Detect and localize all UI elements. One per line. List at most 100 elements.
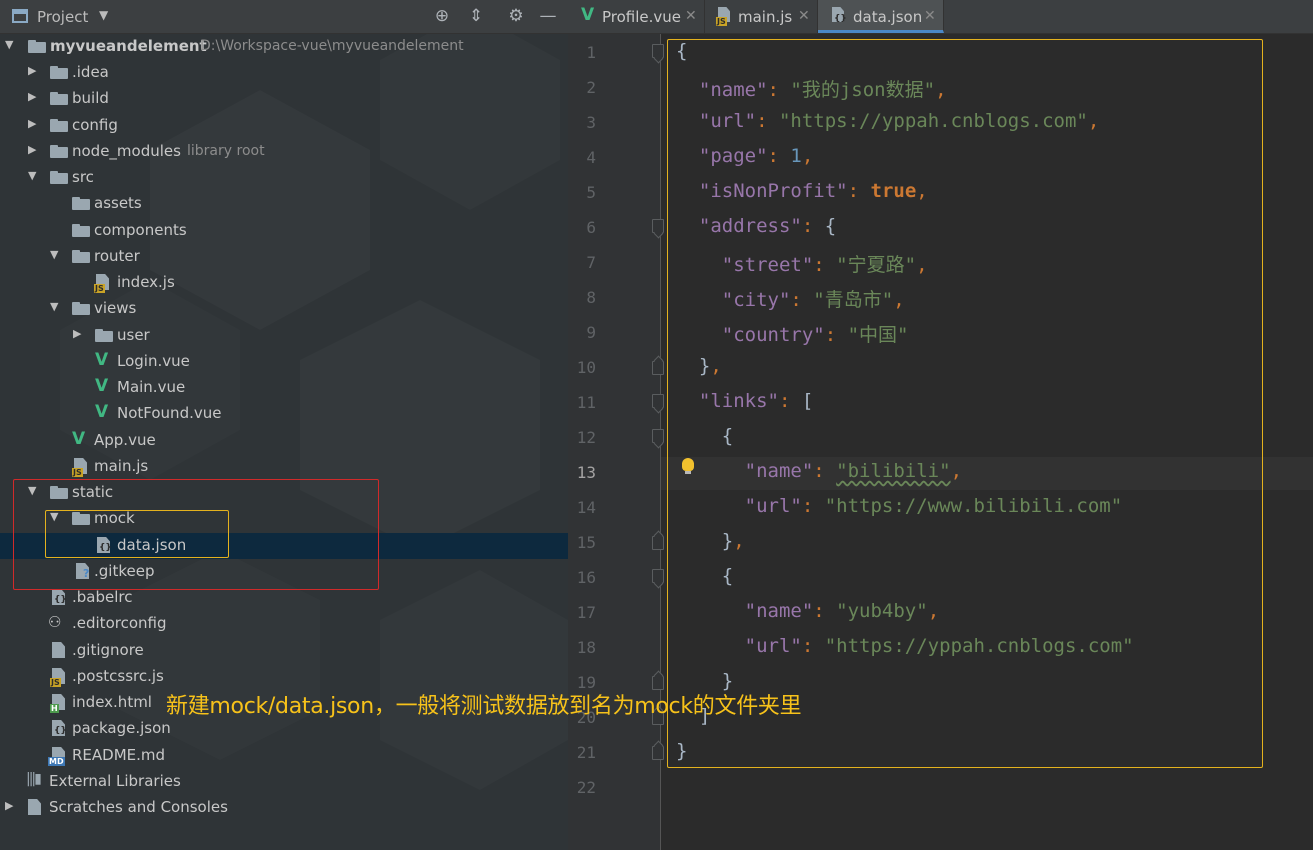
collapsed-arrow-icon[interactable]: ▶ — [28, 65, 40, 77]
collapsed-arrow-icon[interactable]: ▶ — [28, 118, 40, 130]
line-number: 17 — [576, 603, 596, 622]
expand-arrow-icon[interactable]: ▼ — [50, 511, 62, 523]
code-line-21[interactable]: } — [676, 740, 687, 770]
tree-item-src[interactable]: ▼ src — [0, 165, 568, 191]
tree-item-login-vue[interactable]: V Login.vue — [0, 349, 568, 375]
tree-item-gitignore[interactable]: .gitignore — [0, 638, 568, 664]
tab-data-json[interactable]: {} data.json ✕ — [818, 0, 944, 33]
tree-item-node-modules[interactable]: ▶ node_modules library root — [0, 139, 568, 165]
tree-item-config[interactable]: ▶ config — [0, 113, 568, 139]
expand-arrow-icon[interactable]: ▼ — [50, 301, 62, 313]
tree-item-label: Main.vue — [117, 378, 186, 396]
fold-marker-icon[interactable] — [652, 746, 664, 760]
expand-arrow-icon[interactable]: ▼ — [28, 485, 40, 497]
code-line-13[interactable]: "name": "bilibili", — [676, 460, 962, 490]
close-icon[interactable]: ✕ — [798, 8, 810, 24]
tree-item-assets[interactable]: assets — [0, 191, 568, 217]
tree-item-gitkeep[interactable]: ? .gitkeep — [0, 559, 568, 585]
tree-item-components[interactable]: components — [0, 218, 568, 244]
code-line-12[interactable]: { — [676, 425, 733, 455]
expand-arrow-icon[interactable]: ▼ — [28, 170, 40, 182]
tree-item-notfound-vue[interactable]: V NotFound.vue — [0, 401, 568, 427]
fold-marker-icon[interactable] — [652, 44, 664, 58]
tree-item-path: D:\Workspace-vue\myvueandelement — [200, 38, 464, 54]
tree-item-readme[interactable]: MD README.md — [0, 743, 568, 769]
target-icon[interactable]: ⊕ — [432, 6, 452, 26]
question-badge: ? — [83, 567, 90, 580]
code-line-10[interactable]: }, — [676, 355, 722, 385]
tree-item-mock[interactable]: ▼ mock — [0, 506, 568, 532]
code-line-2[interactable]: "name": "我的json数据", — [676, 75, 947, 105]
code-line-5[interactable]: "isNonProfit": true, — [676, 180, 928, 210]
tree-item-main-vue[interactable]: V Main.vue — [0, 375, 568, 401]
tab-main-js[interactable]: JS main.js ✕ — [705, 0, 818, 33]
fold-marker-icon[interactable] — [652, 536, 664, 550]
code-line-17[interactable]: "name": "yub4by", — [676, 600, 940, 630]
tree-item-label: .gitkeep — [94, 562, 155, 580]
tree-item-label: src — [72, 168, 94, 186]
fold-marker-icon[interactable] — [652, 394, 664, 408]
code-line-9[interactable]: "country": "中国" — [676, 320, 909, 350]
vue-file-icon: V — [95, 402, 109, 422]
collapsed-arrow-icon[interactable]: ▶ — [28, 144, 40, 156]
expand-arrow-icon[interactable]: ▼ — [50, 249, 62, 261]
fold-marker-icon[interactable] — [652, 569, 664, 583]
code-line-11[interactable]: "links": [ — [676, 390, 813, 420]
line-number: 8 — [586, 288, 596, 307]
editorconfig-icon: ⚇ — [48, 613, 62, 631]
line-number: 6 — [586, 218, 596, 237]
json-braces-glyph: {} — [99, 543, 112, 553]
collapsed-arrow-icon[interactable]: ▶ — [73, 328, 85, 340]
folder-icon — [72, 250, 90, 263]
tree-item-app-vue[interactable]: V App.vue — [0, 428, 568, 454]
tree-item-static[interactable]: ▼ static — [0, 480, 568, 506]
code-line-15[interactable]: }, — [676, 530, 745, 560]
line-number: 18 — [576, 638, 596, 657]
code-line-3[interactable]: "url": "https://yppah.cnblogs.com", — [676, 110, 1099, 140]
tree-item-label: assets — [94, 194, 142, 212]
tree-item-router[interactable]: ▼ router — [0, 244, 568, 270]
tree-item-scratches[interactable]: ▶ Scratches and Consoles — [0, 795, 568, 821]
chevron-down-icon[interactable]: ▼ — [99, 8, 108, 22]
code-line-14[interactable]: "url": "https://www.bilibili.com" — [676, 495, 1123, 525]
fold-marker-icon[interactable] — [652, 429, 664, 443]
tree-item-idea[interactable]: ▶ .idea — [0, 60, 568, 86]
fold-marker-icon[interactable] — [652, 361, 664, 375]
gear-icon[interactable]: ⚙ — [506, 6, 526, 26]
project-title[interactable]: Project — [37, 8, 88, 26]
folder-icon — [72, 302, 90, 315]
code-line-8[interactable]: "city": "青岛市", — [676, 285, 905, 315]
tree-item-user[interactable]: ▶ user — [0, 323, 568, 349]
code-line-6[interactable]: "address": { — [676, 215, 836, 245]
tree-item-data-json[interactable]: {} data.json — [0, 533, 568, 559]
code-line-7[interactable]: "street": "宁夏路", — [676, 250, 928, 280]
fold-marker-icon[interactable] — [652, 219, 664, 233]
tree-item-external-libraries[interactable]: |||▮ External Libraries — [0, 769, 568, 795]
close-icon[interactable]: ✕ — [685, 8, 697, 24]
code-line-1[interactable]: { — [676, 40, 687, 70]
tree-item-label: data.json — [117, 536, 187, 554]
code-line-18[interactable]: "url": "https://yppah.cnblogs.com" — [676, 635, 1134, 665]
tree-item-label: .postcssrc.js — [72, 667, 164, 685]
tree-item-views[interactable]: ▼ views — [0, 296, 568, 322]
tree-item-editorconfig[interactable]: ⚇ .editorconfig — [0, 611, 568, 637]
collapse-icon[interactable]: ⇕ — [466, 6, 486, 26]
line-number: 12 — [576, 428, 596, 447]
collapsed-arrow-icon[interactable]: ▶ — [5, 800, 17, 812]
tab-profile-vue[interactable]: V Profile.vue ✕ — [568, 0, 705, 33]
tree-item-main-js[interactable]: JS main.js — [0, 454, 568, 480]
tree-item-root[interactable]: ▼ myvueandelement D:\Workspace-vue\myvue… — [0, 34, 568, 60]
code-line-4[interactable]: "page": 1, — [676, 145, 813, 175]
expand-arrow-icon[interactable]: ▼ — [5, 39, 17, 51]
code-line-16[interactable]: { — [676, 565, 733, 595]
vue-file-icon: V — [72, 429, 86, 449]
collapsed-arrow-icon[interactable]: ▶ — [28, 91, 40, 103]
js-badge: JS — [716, 17, 727, 26]
close-icon[interactable]: ✕ — [924, 8, 936, 24]
tree-item-babelrc[interactable]: {} .babelrc — [0, 585, 568, 611]
tree-item-postcssrc[interactable]: JS .postcssrc.js — [0, 664, 568, 690]
minimize-icon[interactable]: — — [538, 6, 558, 26]
tree-item-build[interactable]: ▶ build — [0, 86, 568, 112]
line-number: 21 — [576, 743, 596, 762]
tree-item-index-js[interactable]: JS index.js — [0, 270, 568, 296]
